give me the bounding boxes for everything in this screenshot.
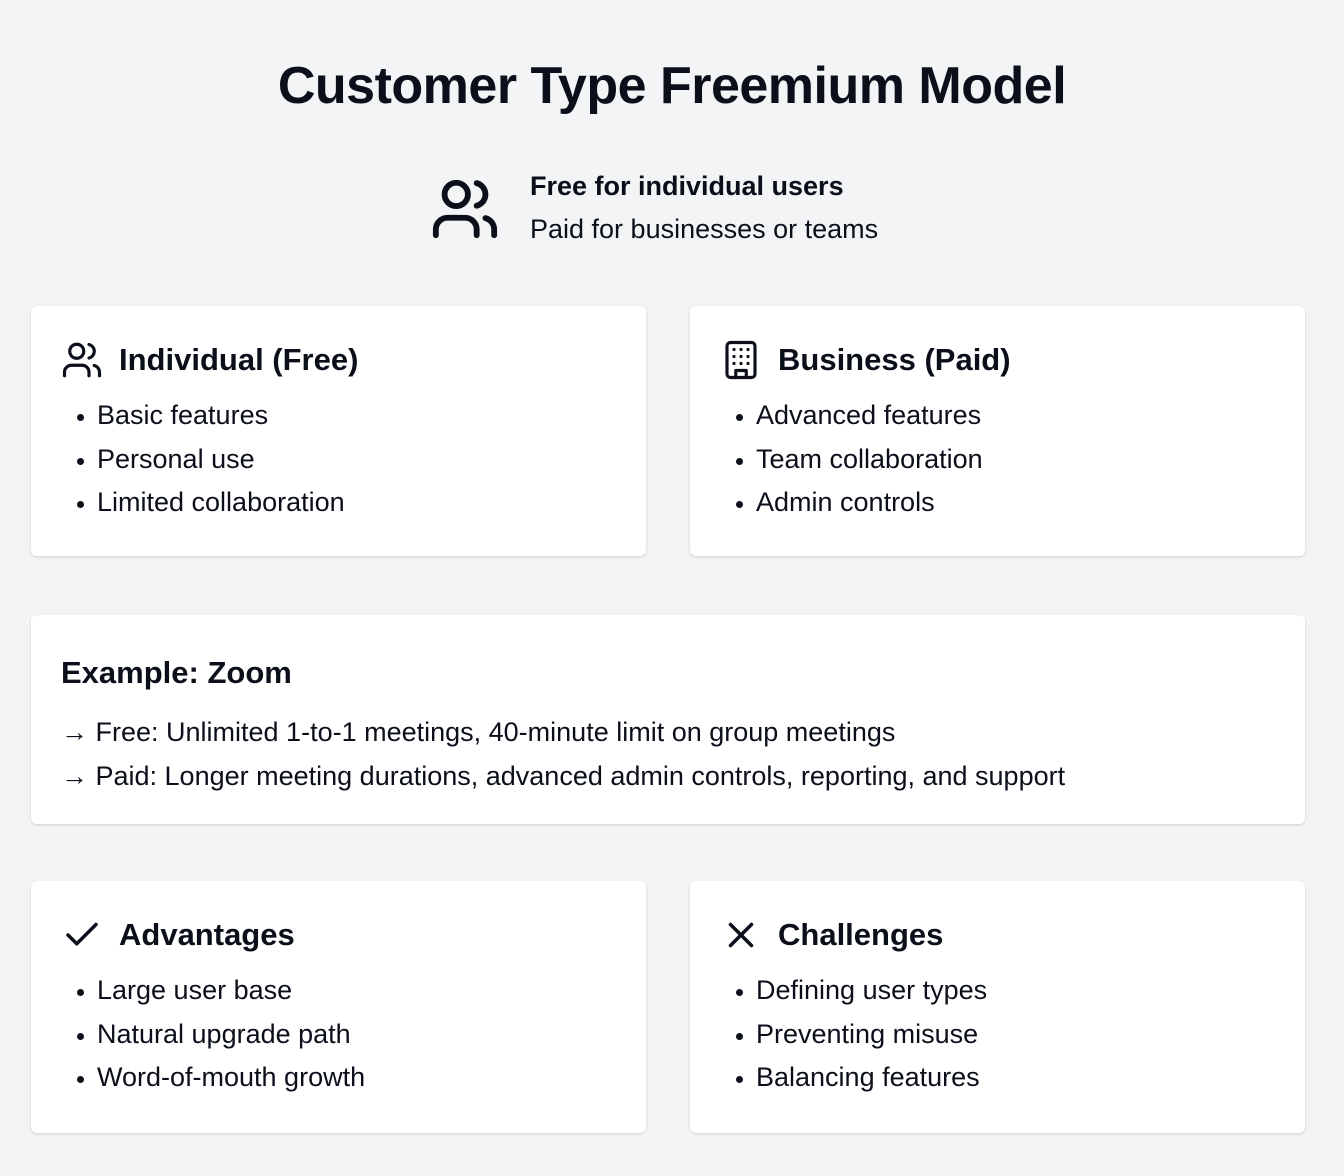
example-title: Example: Zoom	[61, 655, 292, 690]
feature-list: Basic features Personal use Limited coll…	[61, 394, 616, 525]
list-item: Personal use	[97, 438, 616, 482]
list-item: Large user base	[97, 969, 616, 1013]
advantages-list: Large user base Natural upgrade path Wor…	[61, 969, 616, 1100]
list-item: Word-of-mouth growth	[97, 1056, 616, 1100]
list-item: Defining user types	[756, 969, 1275, 1013]
list-item: Admin controls	[756, 481, 1275, 525]
page-title: Customer Type Freemium Model	[277, 57, 1067, 115]
subtitle-block: Free for individual users Paid for busin…	[430, 166, 878, 252]
list-item: Limited collaboration	[97, 481, 616, 525]
building-icon	[725, 340, 757, 380]
users-icon	[432, 179, 498, 239]
x-icon	[728, 922, 754, 948]
feature-list: Advanced features Team collaboration Adm…	[720, 394, 1275, 525]
card-title: Business (Paid)	[778, 342, 1011, 377]
card-title: Advantages	[119, 917, 295, 952]
business-card: Business (Paid) Advanced features Team c…	[690, 306, 1305, 556]
list-item: Natural upgrade path	[97, 1013, 616, 1057]
list-item: Balancing features	[756, 1056, 1275, 1100]
list-item: Team collaboration	[756, 438, 1275, 482]
check-icon	[66, 922, 98, 946]
challenges-card: Challenges Defining user types Preventin…	[690, 881, 1305, 1133]
subtitle-paid: Paid for businesses or teams	[530, 214, 879, 244]
list-item: Preventing misuse	[756, 1013, 1275, 1057]
challenges-list: Defining user types Preventing misuse Ba…	[720, 969, 1275, 1100]
card-title: Individual (Free)	[119, 342, 359, 377]
users-icon	[62, 342, 102, 378]
example-card: Example: Zoom → Free: Unlimited 1-to-1 m…	[31, 615, 1305, 824]
card-title: Challenges	[778, 917, 944, 952]
individual-card: Individual (Free) Basic features Persona…	[31, 306, 646, 556]
list-item: Basic features	[97, 394, 616, 438]
advantages-card: Advantages Large user base Natural upgra…	[31, 881, 646, 1133]
example-free-line: → Free: Unlimited 1-to-1 meetings, 40-mi…	[61, 717, 896, 747]
list-item: Advanced features	[756, 394, 1275, 438]
subtitle-free: Free for individual users	[530, 171, 844, 201]
example-paid-line: → Paid: Longer meeting durations, advanc…	[61, 760, 1066, 791]
